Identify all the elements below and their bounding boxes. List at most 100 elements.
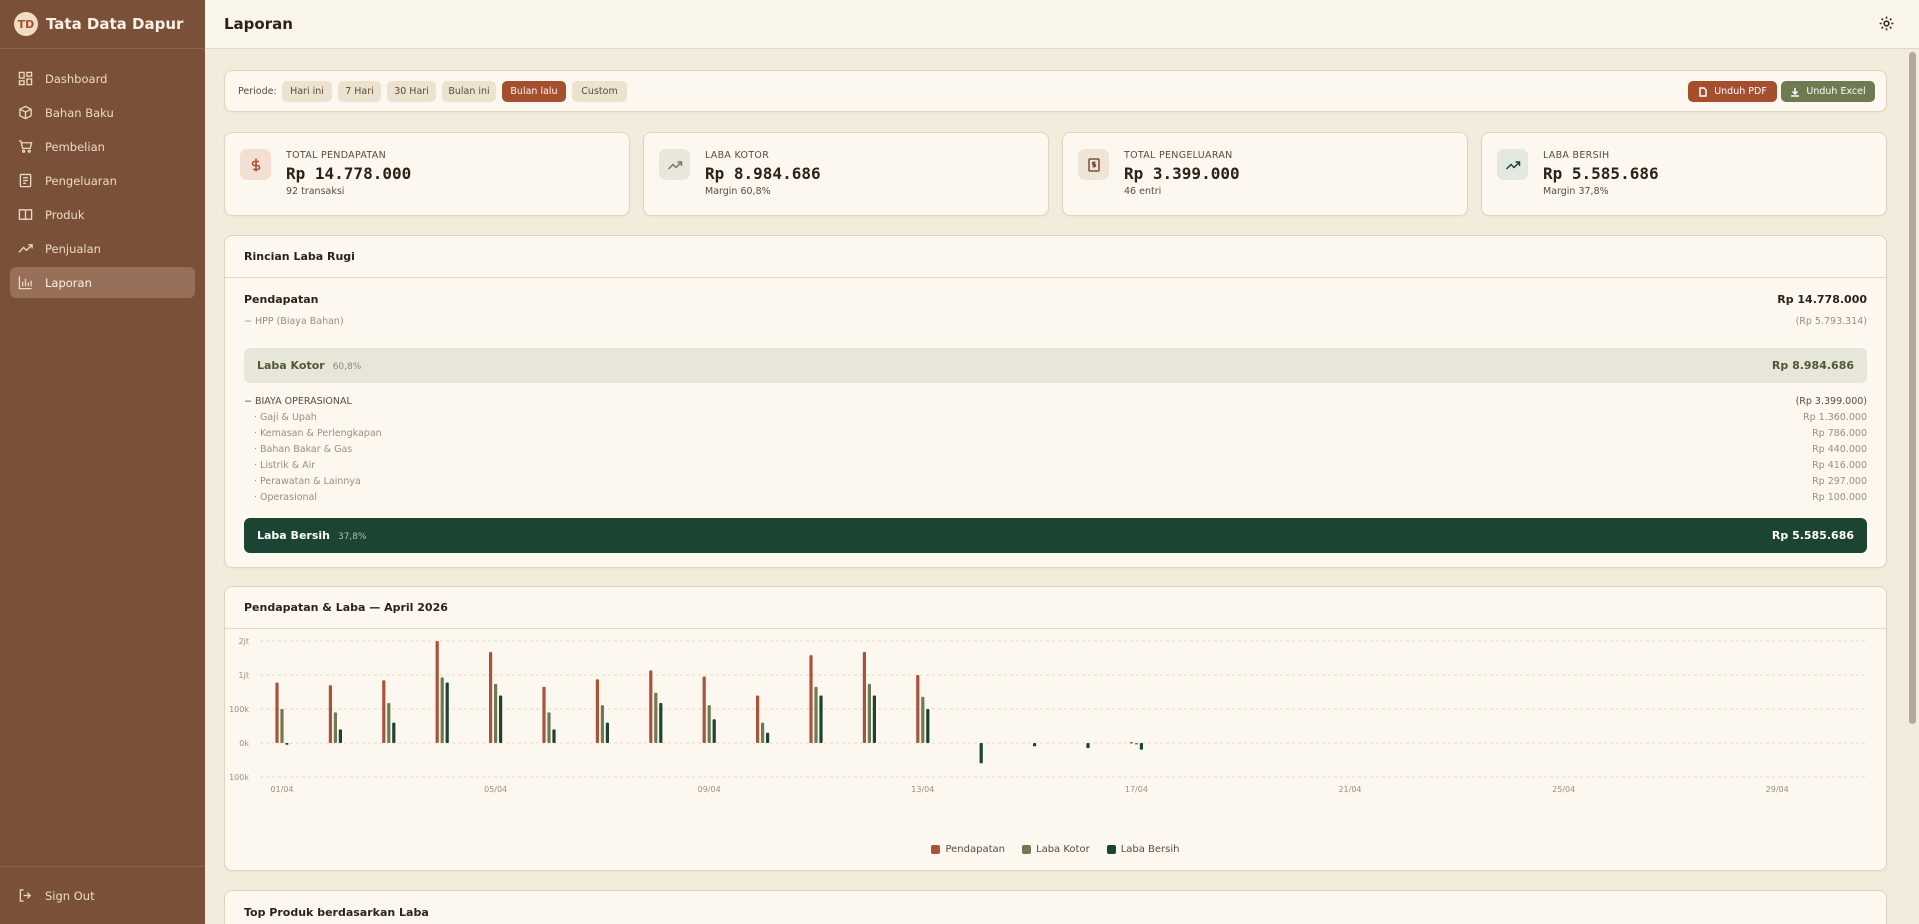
bar-pendapatan[interactable]: [595, 679, 599, 743]
sidebar-item-laporan[interactable]: Laporan: [10, 267, 195, 298]
sidebar-item-label: Pengeluaran: [45, 173, 117, 188]
bar-pendapatan[interactable]: [702, 676, 706, 743]
bar-laba-kotor[interactable]: [280, 709, 284, 743]
gross-profit-label-group: Laba Kotor 60,8%: [257, 359, 361, 372]
bar-pendapatan[interactable]: [382, 680, 386, 743]
sidebar-item-dashboard[interactable]: Dashboard: [10, 63, 195, 94]
x-tick-label: 17/04: [1125, 785, 1148, 794]
pl-row-opex-item: · Perawatan & Lainnya Rp 297.000: [244, 476, 1867, 487]
download-excel-button[interactable]: Unduh Excel: [1781, 81, 1875, 102]
bar-laba-bersih[interactable]: [819, 695, 823, 743]
bar-pendapatan[interactable]: [649, 670, 653, 743]
stat-label: TOTAL PENGELUARAN: [1124, 150, 1233, 161]
logout-icon: [19, 889, 32, 902]
bar-laba-bersih[interactable]: [605, 722, 609, 743]
sidebar-item-pembelian[interactable]: Pembelian: [10, 131, 195, 162]
bar-laba-kotor[interactable]: [600, 705, 604, 743]
net-profit-band: Laba Bersih 37,8% Rp 5.585.686: [244, 518, 1867, 553]
period-last-month-button[interactable]: Bulan lalu: [502, 81, 566, 102]
cart-icon: [18, 140, 33, 153]
bar-pendapatan[interactable]: [809, 655, 813, 743]
bar-laba-kotor[interactable]: [387, 703, 391, 743]
brand[interactable]: TD Tata Data Dapur: [0, 0, 205, 49]
pl-row-revenue: Pendapatan Rp 14.778.000: [244, 293, 1867, 306]
pl-label: · Operasional: [254, 492, 318, 503]
bar-laba-bersih[interactable]: [392, 722, 396, 743]
stat-icon-box: [1078, 149, 1109, 180]
settings-button[interactable]: [1878, 15, 1895, 32]
bar-laba-bersih[interactable]: [1086, 743, 1090, 749]
stat-sub: 46 entri: [1124, 186, 1162, 197]
period-this-month-button[interactable]: Bulan ini: [442, 81, 496, 102]
pl-value: Rp 416.000: [1812, 460, 1867, 471]
sidebar-item-pengeluaran[interactable]: Pengeluaran: [10, 165, 195, 196]
bar-pendapatan[interactable]: [862, 651, 866, 743]
bar-pendapatan[interactable]: [489, 651, 493, 743]
pl-value: Rp 100.000: [1812, 492, 1867, 503]
pl-label: Pendapatan: [244, 293, 319, 306]
bar-laba-bersih[interactable]: [872, 695, 876, 743]
bar-laba-bersih[interactable]: [659, 703, 663, 743]
sidebar-item-penjualan[interactable]: Penjualan: [10, 233, 195, 264]
period-30days-button[interactable]: 30 Hari: [387, 81, 436, 102]
bar-laba-kotor[interactable]: [814, 686, 818, 743]
pl-row-cogs: − HPP (Biaya Bahan) (Rp 5.793.314): [244, 316, 1867, 327]
bar-laba-bersih[interactable]: [552, 729, 556, 743]
card-header: Pendapatan & Laba — April 2026: [225, 587, 1886, 629]
sidebar-item-label: Bahan Baku: [45, 105, 114, 120]
bar-laba-bersih[interactable]: [445, 682, 449, 743]
download-pdf-button[interactable]: Unduh PDF: [1688, 81, 1777, 102]
period-custom-button[interactable]: Custom: [572, 81, 627, 102]
pl-label: · Bahan Bakar & Gas: [254, 444, 353, 455]
sidebar-item-bahan-baku[interactable]: Bahan Baku: [10, 97, 195, 128]
bar-laba-kotor[interactable]: [547, 712, 551, 743]
bar-laba-bersih[interactable]: [712, 719, 716, 743]
brand-name: Tata Data Dapur: [46, 15, 184, 33]
bar-laba-kotor[interactable]: [654, 692, 658, 743]
y-tick-label: 1jt: [239, 671, 249, 680]
bar-pendapatan[interactable]: [328, 685, 332, 743]
bar-pendapatan[interactable]: [435, 641, 439, 743]
bar-pendapatan[interactable]: [1129, 741, 1133, 744]
bar-pendapatan[interactable]: [756, 695, 760, 743]
bar-laba-kotor[interactable]: [333, 712, 337, 743]
bar-laba-bersih[interactable]: [1033, 743, 1037, 747]
sign-out-button[interactable]: Sign Out: [0, 866, 205, 924]
x-tick-label: 01/04: [270, 785, 293, 794]
download-pdf-label: Unduh PDF: [1714, 86, 1767, 97]
pl-label: · Perawatan & Lainnya: [254, 476, 361, 487]
bar-laba-kotor[interactable]: [707, 705, 711, 743]
bar-laba-bersih[interactable]: [926, 709, 930, 743]
sidebar-item-label: Penjualan: [45, 241, 101, 256]
bar-laba-kotor[interactable]: [921, 696, 925, 743]
bar-pendapatan[interactable]: [916, 675, 920, 743]
period-7days-button[interactable]: 7 Hari: [338, 81, 381, 102]
pl-row-opex-item: · Gaji & Upah Rp 1.360.000: [244, 412, 1867, 423]
bar-chart-icon: [18, 276, 32, 290]
pl-label: · Kemasan & Perlengkapan: [254, 428, 382, 439]
scrollbar[interactable]: [1909, 52, 1916, 724]
period-today-button[interactable]: Hari ini: [282, 81, 332, 102]
bar-pendapatan[interactable]: [542, 686, 546, 743]
bar-laba-kotor[interactable]: [440, 677, 444, 743]
bar-laba-kotor[interactable]: [867, 683, 871, 743]
main-content: Periode: Hari ini 7 Hari 30 Hari Bulan i…: [205, 49, 1919, 924]
stat-label: LABA KOTOR: [705, 150, 770, 161]
sidebar-item-produk[interactable]: Produk: [10, 199, 195, 230]
bar-laba-bersih[interactable]: [766, 732, 770, 743]
stat-icon-box: [1497, 149, 1528, 180]
bar-pendapatan[interactable]: [275, 682, 279, 743]
legend-label: Laba Kotor: [1036, 844, 1090, 855]
bar-laba-kotor[interactable]: [494, 683, 498, 743]
bar-laba-bersih[interactable]: [1139, 743, 1143, 750]
legend-swatch: [1022, 845, 1031, 854]
legend-swatch: [931, 845, 941, 854]
bar-laba-bersih[interactable]: [338, 729, 342, 743]
bar-laba-bersih[interactable]: [499, 695, 503, 743]
bar-laba-bersih[interactable]: [979, 743, 983, 764]
bar-laba-kotor[interactable]: [1134, 743, 1138, 745]
pl-row-opex-item: · Listrik & Air Rp 416.000: [244, 460, 1867, 471]
bar-laba-kotor[interactable]: [761, 722, 765, 743]
pl-row-opex-item: · Operasional Rp 100.000: [244, 492, 1867, 503]
bar-laba-bersih[interactable]: [285, 743, 289, 745]
